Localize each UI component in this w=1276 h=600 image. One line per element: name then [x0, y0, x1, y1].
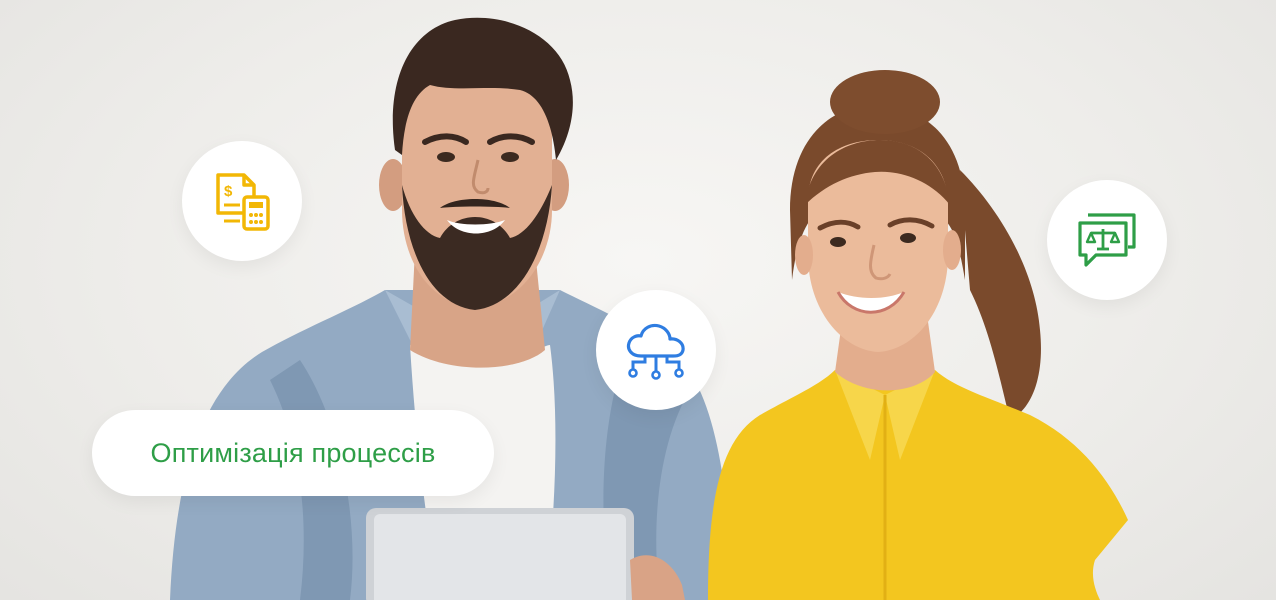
legal-scales-chat-icon: [1078, 213, 1136, 267]
accounting-calculator-icon: $: [216, 173, 270, 231]
svg-text:$: $: [224, 183, 233, 200]
cloud-network-icon: [626, 323, 685, 380]
legal-bubble: [1047, 180, 1167, 300]
hero-banner: $ Оптимізація процессів: [0, 0, 1276, 600]
process-optimization-badge: Оптимізація процессів: [92, 410, 494, 496]
woman-in-yellow-shirt-image: [708, 70, 1128, 600]
cloud-bubble: [596, 290, 716, 410]
accounting-bubble: $: [182, 141, 302, 261]
badge-label: Оптимізація процессів: [150, 437, 436, 468]
